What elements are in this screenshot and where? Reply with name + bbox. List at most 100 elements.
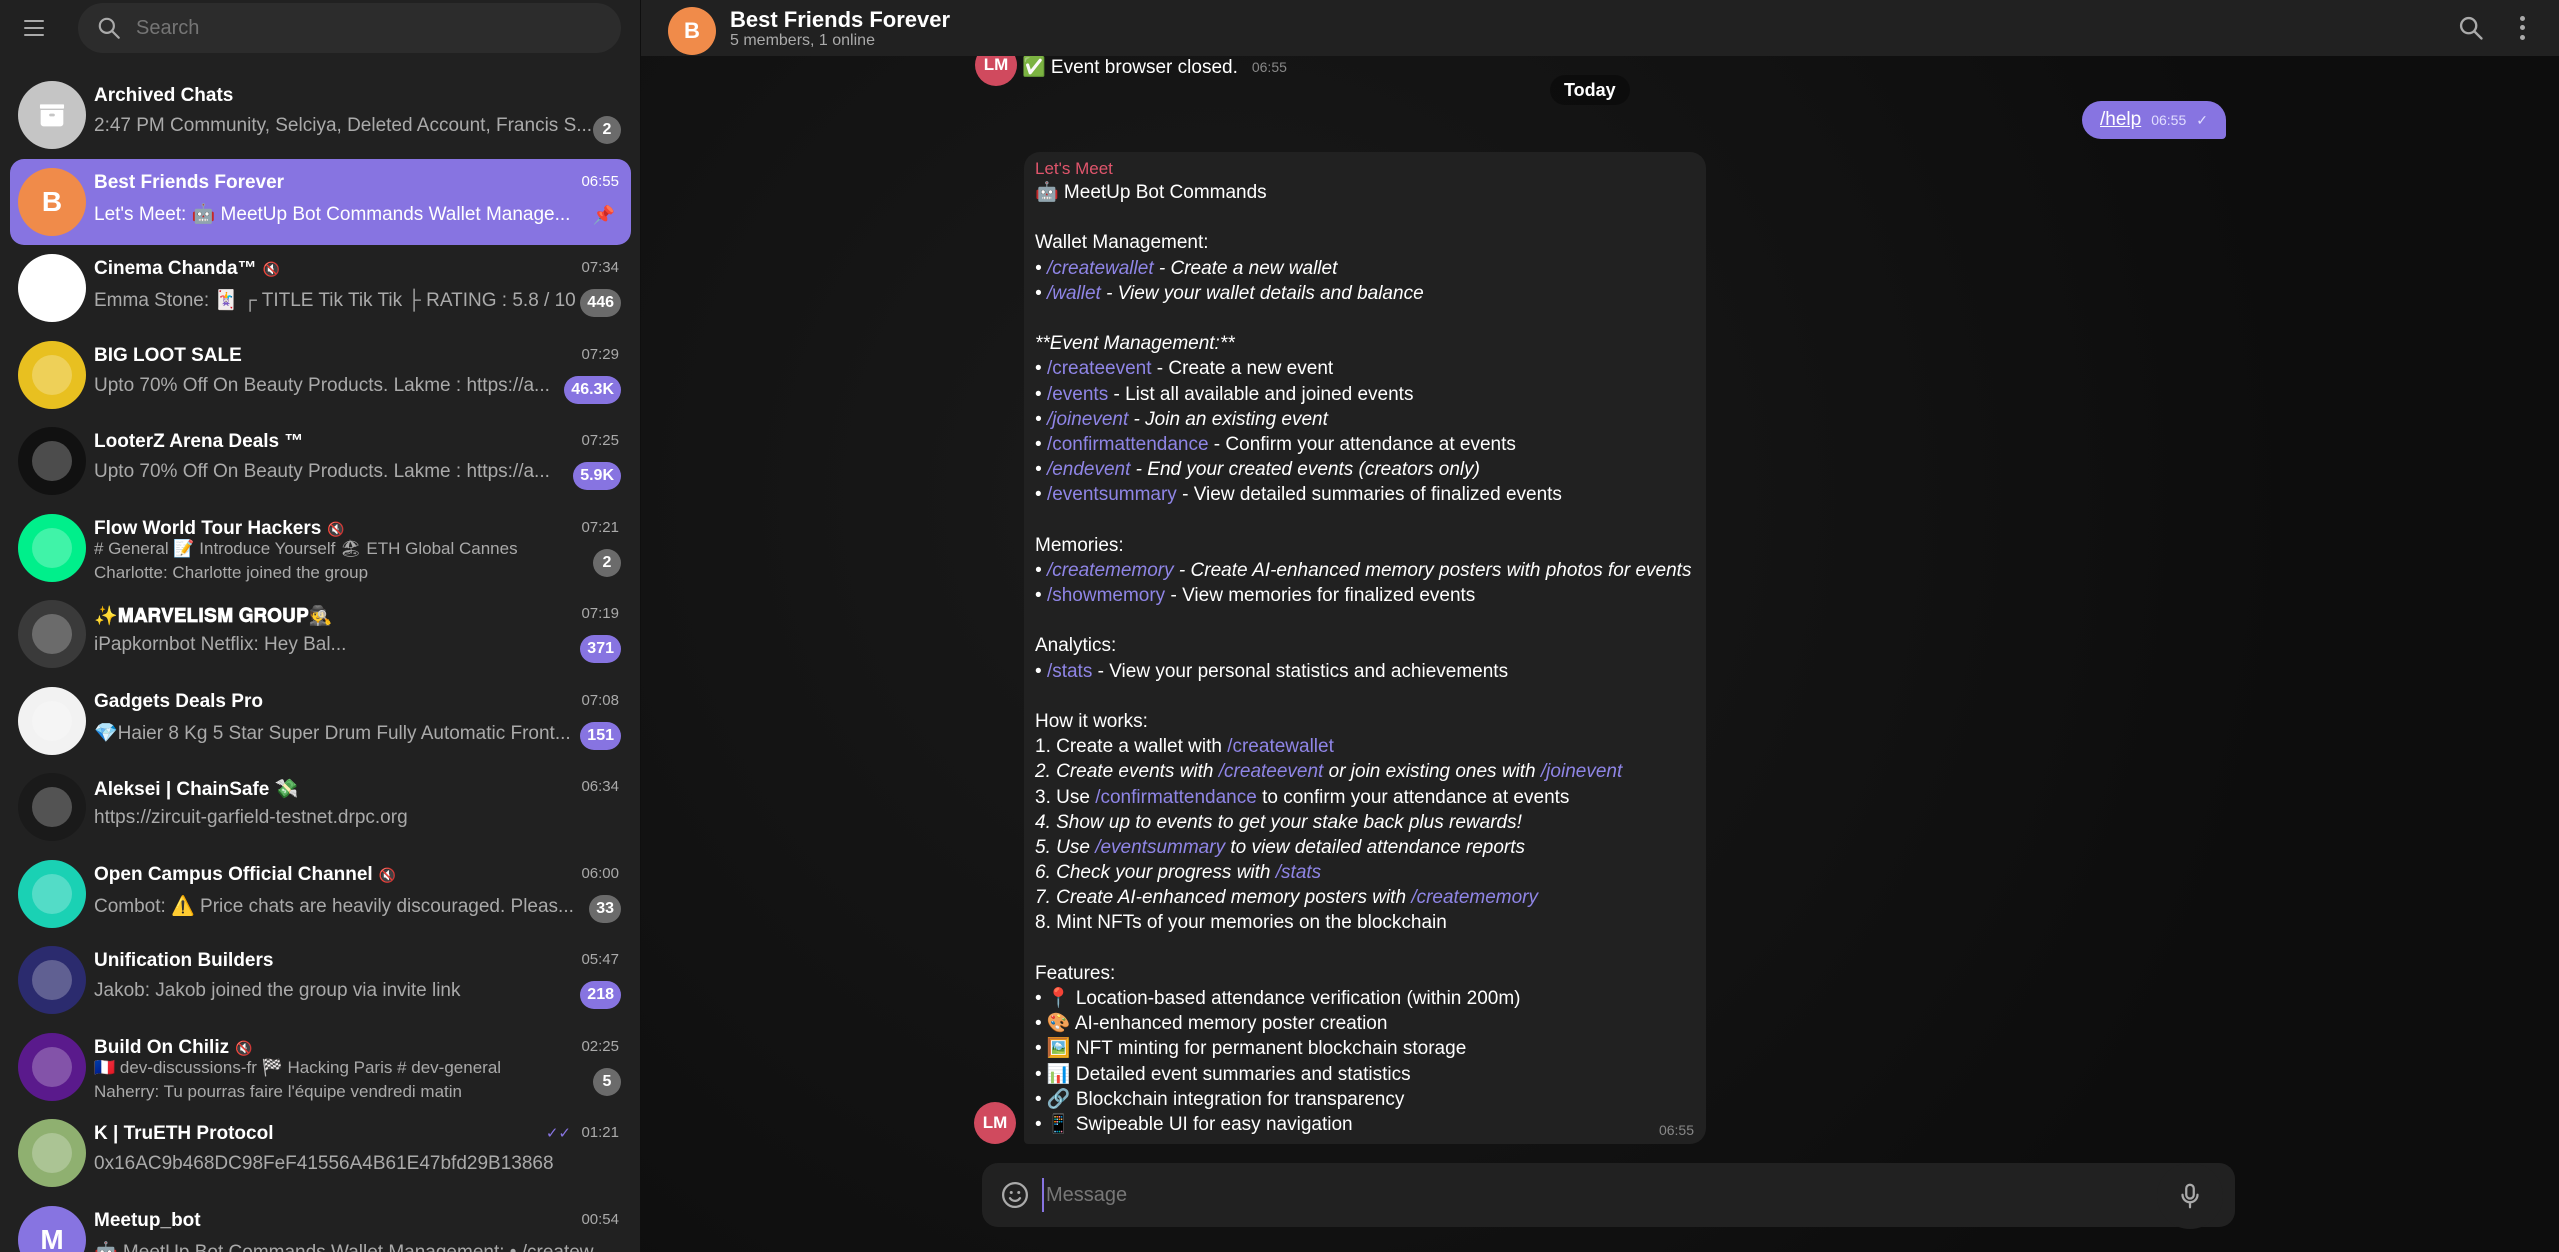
command-link[interactable]: /showmemory xyxy=(1047,585,1165,606)
command-link[interactable]: /creatememory xyxy=(1411,887,1538,908)
chat-title-text: LooterZ Arena Deals ™ xyxy=(94,431,304,452)
command-link[interactable]: /stats xyxy=(1276,862,1321,883)
read-receipt-icon: ✓✓ xyxy=(545,1125,571,1142)
chat-title-text: Flow World Tour Hackers xyxy=(94,517,322,539)
emoji-icon[interactable] xyxy=(1000,1180,1030,1210)
command-link[interactable]: /events xyxy=(1047,384,1108,405)
chat-list: Archived Chats 2:47 PM Community, Selciya… xyxy=(0,72,640,1252)
chat-title: Open Campus Official Channel 🔇 xyxy=(94,864,396,886)
outgoing-message[interactable]: /help 06:55 ✓ xyxy=(2082,101,2226,139)
muted-icon: 🔇 xyxy=(327,520,345,537)
command-link[interactable]: /confirmattendance xyxy=(1047,434,1209,455)
avatar-image xyxy=(32,873,72,914)
chat-title-text: Open Campus Official Channel xyxy=(94,863,373,885)
chat-title-text: Meetup_bot xyxy=(94,1209,201,1231)
chat-list-item[interactable]: Gadgets Deals Pro 07:08 💎Haier 8 Kg 5 Star… xyxy=(10,678,631,765)
chat-list-item[interactable]: K | TruETH Protocol 01:21 ✓✓ 0x16AC9b468DC9… xyxy=(10,1110,631,1197)
message-line: • 🔗 Blockchain integration for transpare… xyxy=(1035,1088,1405,1110)
chat-avatar xyxy=(18,513,86,582)
message-line: • /stats - View your personal statistics… xyxy=(1035,660,1509,682)
message-line xyxy=(1035,306,1696,331)
command-link[interactable]: /confirmattendance xyxy=(1095,787,1257,808)
message-sender[interactable]: Let's Meet xyxy=(1035,158,1696,180)
unread-badge: 5.9K xyxy=(573,462,621,490)
command-link[interactable]: /eventsummary xyxy=(1047,484,1177,505)
command-link[interactable]: /createevent xyxy=(1047,358,1152,379)
chat-list-item[interactable]: LooterZ Arena Deals ™ 07:25 Upto 70% Off O… xyxy=(10,418,631,505)
search-box[interactable] xyxy=(78,3,621,53)
chat-title-text: Build On Chiliz xyxy=(94,1036,230,1058)
command-link[interactable]: /stats xyxy=(1047,661,1092,682)
command-link[interactable]: /joinevent xyxy=(1047,409,1128,430)
sender-avatar[interactable]: LM xyxy=(974,1102,1016,1144)
command-link[interactable]: /eventsummary xyxy=(1095,837,1225,858)
command-link[interactable]: /createwallet xyxy=(1227,736,1334,757)
muted-icon: 🔇 xyxy=(262,261,281,277)
chat-list-item[interactable]: BIG LOOT SALE 07:29 Upto 70% Off On Beauty… xyxy=(10,332,631,419)
avatar-image xyxy=(32,268,72,308)
message-line: • 🎨 AI-enhanced memory poster creation xyxy=(1035,1013,1388,1035)
chat-time: 00:54 xyxy=(581,1210,619,1228)
more-options-icon[interactable] xyxy=(2517,14,2527,42)
chat-preview: Upto 70% Off On Beauty Products. Lakme :… xyxy=(94,374,550,396)
chat-list-item[interactable]: B Best Friends Forever 06:55 Let's Meet: 🤖 … xyxy=(10,158,631,245)
chat-title: LooterZ Arena Deals ™ xyxy=(94,431,303,453)
chat-header[interactable]: B Best Friends Forever 5 members, 1 onli… xyxy=(641,0,2559,56)
message-line: 3. Use /confirmattendance to confirm you… xyxy=(1035,786,1570,808)
chat-list-item[interactable]: Unification Builders 05:47 Jakob: Jakob jo… xyxy=(10,937,631,1024)
chat-title-text: Archived Chats xyxy=(94,85,234,106)
chat-list-item[interactable]: Cinema Chanda™ 🔇 07:34 Emma Stone: 🃏 ┌ TITL… xyxy=(10,245,631,332)
chat-avatar xyxy=(18,773,86,841)
chat-title-text: ✨𝐌𝐀𝐑𝐕𝐄𝐋𝐈𝐒𝐌 𝐆𝐑𝐎𝐔𝐏🕵 xyxy=(94,606,333,627)
chat-title: K | TruETH Protocol xyxy=(94,1123,274,1145)
chat-title[interactable]: Best Friends Forever xyxy=(730,7,950,33)
chat-time: 01:21 xyxy=(581,1124,619,1141)
chat-avatar[interactable]: B xyxy=(668,7,716,55)
chat-list-item[interactable]: Archived Chats 2:47 PM Community, Selciya… xyxy=(10,72,631,159)
avatar-image xyxy=(32,1133,72,1173)
avatar-image xyxy=(32,614,72,654)
chat-list-item[interactable]: Open Campus Official Channel 🔇 06:00 Combot… xyxy=(10,851,631,938)
message-input[interactable] xyxy=(1042,1178,2132,1212)
chat-title: Cinema Chanda™ 🔇 xyxy=(94,258,280,280)
command-link[interactable]: /createevent xyxy=(1219,761,1324,782)
chat-preview: Naherry: Tu pourras faire l'équipe vendr… xyxy=(94,1081,462,1101)
chat-preview: 💎Haier 8 Kg 5 Star Super Drum Fully Auto… xyxy=(94,722,571,744)
command-link[interactable]: /creatememory xyxy=(1047,560,1174,581)
message-line: • /joinevent - Join an existing event xyxy=(1035,408,1328,430)
chat-topics: 🇫🇷 dev-discussions-fr 🏁 Hacking Paris # … xyxy=(94,1057,502,1077)
message-line: • /wallet - View your wallet details and… xyxy=(1035,282,1424,304)
bot-message[interactable]: Let's Meet 🤖 MeetUp Bot Commands Wallet M… xyxy=(1024,152,1706,1144)
chat-list-item[interactable]: Build On Chiliz 🔇 02:25 🇫🇷 dev-discussions-… xyxy=(10,1024,631,1111)
hamburger-menu-icon[interactable] xyxy=(24,14,54,42)
voice-record-button[interactable] xyxy=(2157,1163,2223,1229)
chat-subtitle: 5 members, 1 online xyxy=(730,32,875,49)
message-line: 5. Use /eventsummary to view detailed at… xyxy=(1035,836,1526,858)
command-link[interactable]: /createwallet xyxy=(1047,258,1154,279)
message-line: 7. Create AI-enhanced memory posters wit… xyxy=(1035,887,1539,909)
unread-badge: 46.3K xyxy=(564,375,621,404)
message-line: • 📱 Swipeable UI for easy navigation xyxy=(1035,1113,1353,1135)
chat-avatar xyxy=(18,1032,86,1101)
pin-icon: 📌 xyxy=(592,204,615,225)
chat-preview: Upto 70% Off On Beauty Products. Lakme :… xyxy=(94,461,550,482)
message-line: **Event Management:** xyxy=(1035,333,1235,355)
message-body: 🤖 MeetUp Bot Commands Wallet Management: •… xyxy=(1035,180,1696,1137)
chat-list-item[interactable]: Aleksei | ChainSafe 💸 06:34 https://zircui… xyxy=(10,764,631,851)
chat-title-text: BIG LOOT SALE xyxy=(94,344,242,366)
chat-list-item[interactable]: Flow World Tour Hackers 🔇 07:21 # General 📝… xyxy=(10,505,631,592)
search-input[interactable] xyxy=(136,16,576,40)
chat-title-text: Best Friends Forever xyxy=(94,171,285,193)
command-link[interactable]: /endevent xyxy=(1047,459,1130,480)
command-link[interactable]: /wallet xyxy=(1047,283,1101,304)
chat-preview: Let's Meet: 🤖 MeetUp Bot Commands Wallet… xyxy=(94,203,571,225)
chat-list-item[interactable]: M Meetup_bot 00:54 🤖 MeetUp Bot Commands Wa… xyxy=(10,1197,631,1252)
command-link[interactable]: /joinevent xyxy=(1541,761,1622,782)
chat-time: 07:25 xyxy=(581,432,619,449)
chat-list-item[interactable]: ✨𝐌𝐀𝐑𝐕𝐄𝐋𝐈𝐒𝐌 𝐆𝐑𝐎𝐔𝐏🕵 07:19 iPapkornbot Netfli… xyxy=(10,591,631,678)
chat-preview: Jakob: Jakob joined the group via invite… xyxy=(94,980,461,1001)
command-link[interactable]: /help xyxy=(2100,109,2141,131)
message-line: Features: xyxy=(1035,962,1116,984)
search-icon[interactable] xyxy=(2457,14,2485,42)
avatar-initial: M xyxy=(40,1223,64,1252)
